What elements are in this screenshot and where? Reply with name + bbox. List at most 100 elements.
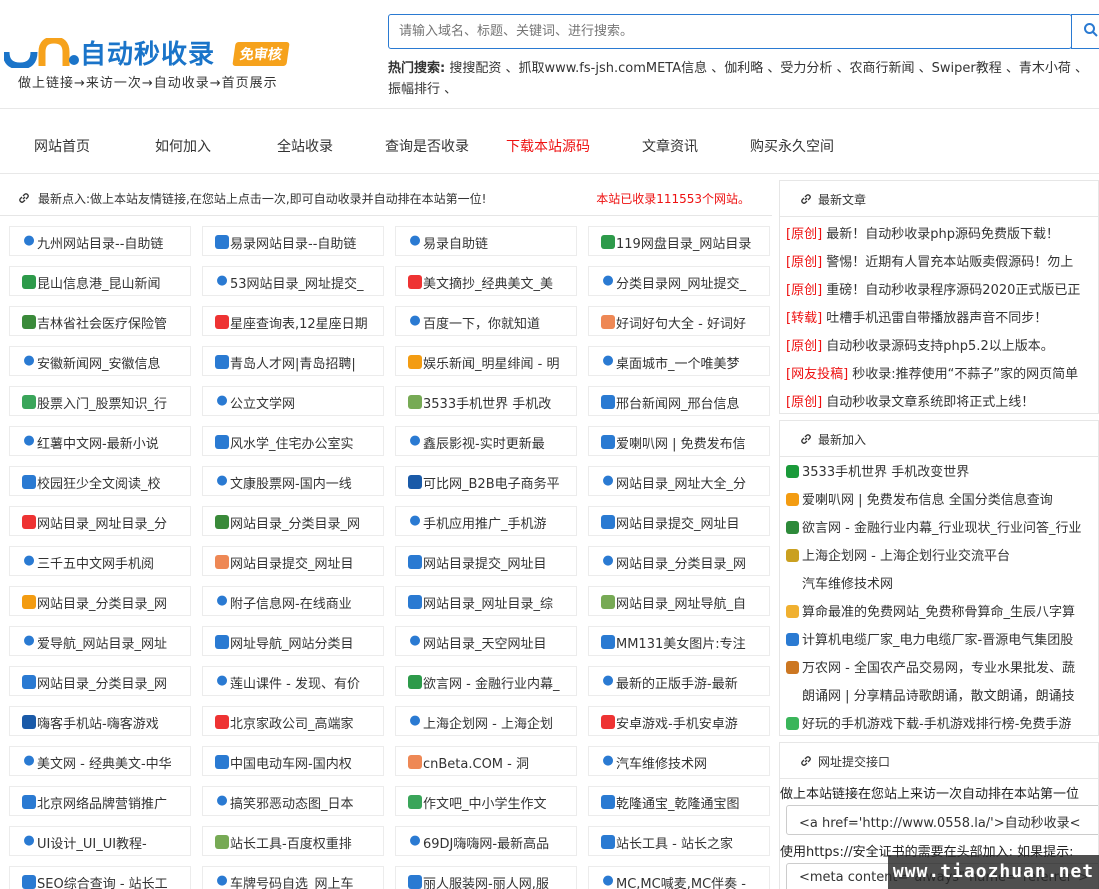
nav-download-source[interactable]: 下载本站源码 (506, 136, 590, 156)
site-link[interactable]: ● 分类目录网_网址提交_ (588, 266, 770, 296)
site-link[interactable]: 风水学_住宅办公室实 (202, 426, 384, 456)
site-link[interactable]: ● 鑫辰影视-实时更新最 (395, 426, 577, 456)
site-link[interactable]: 校园狂少全文阅读_校 (9, 466, 191, 496)
site-link[interactable]: 娱乐新闻_明星绯闻 - 明 (395, 346, 577, 376)
site-link[interactable]: ● 美文网 - 经典美文-中华 (9, 746, 191, 776)
new-site-item[interactable]: 朗诵网 | 分享精品诗歌朗诵，散文朗诵，朗诵技 (786, 685, 1075, 704)
site-link[interactable]: ● 最新的正版手游-最新 (588, 666, 770, 696)
article-item[interactable]: [原创] 警惕！近期有人冒充本站贩卖假源码！勿上 (786, 251, 1073, 270)
article-item[interactable]: [网友投稿] 秒收录:推荐使用“不蒜子”家的网页简单 (786, 363, 1078, 382)
site-link[interactable]: 乾隆通宝_乾隆通宝图 (588, 786, 770, 816)
new-site-item[interactable]: 欲言网 - 金融行业内幕_行业现状_行业问答_行业 (786, 517, 1081, 536)
site-link[interactable]: ● 公立文学网 (202, 386, 384, 416)
new-site-item[interactable]: 上海企划网 - 上海企划行业交流平台 (786, 545, 1010, 564)
site-link[interactable]: ● MC,MC喊麦,MC伴奏 - (588, 866, 770, 889)
site-link[interactable]: 网站目录提交_网址目 (588, 506, 770, 536)
site-link[interactable]: 易录网站目录--自助链 (202, 226, 384, 256)
site-link[interactable]: ● 69DJ嗨嗨网-最新高品 (395, 826, 577, 856)
site-link[interactable]: 站长工具-百度权重排 (202, 826, 384, 856)
new-site-item[interactable]: 好玩的手机游戏下载-手机游戏排行榜-免费手游 (786, 713, 1071, 732)
nav-articles[interactable]: 文章资讯 (642, 136, 698, 156)
site-link[interactable]: ● 桌面城市_一个唯美梦 (588, 346, 770, 376)
site-link[interactable]: 美文摘抄_经典美文_美 (395, 266, 577, 296)
site-link[interactable]: 3533手机世界 手机改 (395, 386, 577, 416)
article-item[interactable]: [原创] 自动秒收录源码支持php5.2以上版本。 (786, 335, 1054, 354)
site-favicon-icon: ● (409, 833, 421, 848)
site-link[interactable]: ● 九州网站目录--自助链 (9, 226, 191, 256)
site-link[interactable]: ● 车牌号码自选_网上车 (202, 866, 384, 889)
nav-check-indexed[interactable]: 查询是否收录 (385, 136, 469, 156)
site-link[interactable]: 网站目录_网址目录_综 (395, 586, 577, 616)
link-icon (19, 193, 29, 203)
nav-all-sites[interactable]: 全站收录 (277, 136, 333, 156)
new-site-item[interactable]: 万农网 - 全国农产品交易网，专业水果批发、蔬 (786, 657, 1075, 676)
site-link[interactable]: 昆山信息港_昆山新闻 (9, 266, 191, 296)
site-link[interactable]: 网址导航_网站分类目 (202, 626, 384, 656)
site-link[interactable]: ● 53网站目录_网址提交_ (202, 266, 384, 296)
site-link[interactable]: ● 手机应用推广_手机游 (395, 506, 577, 536)
site-link[interactable]: 可比网_B2B电子商务平 (395, 466, 577, 496)
site-favicon-icon (408, 675, 422, 689)
site-link[interactable]: 青岛人才网|青岛招聘| (202, 346, 384, 376)
site-link[interactable]: 欲言网 - 金融行业内幕_ (395, 666, 577, 696)
search-button[interactable] (1071, 14, 1099, 49)
site-link[interactable]: 好词好句大全 - 好词好 (588, 306, 770, 336)
site-link[interactable]: 站长工具 - 站长之家 (588, 826, 770, 856)
site-link[interactable]: ● 爱导航_网站目录_网址 (9, 626, 191, 656)
site-link[interactable]: ● 附子信息网-在线商业 (202, 586, 384, 616)
site-link[interactable]: ● 百度一下，你就知道 (395, 306, 577, 336)
site-link[interactable]: ● 网站目录_网址大全_分 (588, 466, 770, 496)
new-site-item[interactable]: 爱喇叭网 | 免费发布信息 全国分类信息查询 (786, 489, 1053, 508)
new-site-item[interactable]: 算命最准的免费网站_免费称骨算命_生辰八字算 (786, 601, 1075, 620)
new-site-item[interactable]: 汽车维修技术网 (786, 573, 893, 592)
site-link[interactable]: 邢台新闻网_邢台信息 (588, 386, 770, 416)
site-link[interactable]: ● 网站目录_天空网址目 (395, 626, 577, 656)
site-link[interactable]: ● 安徽新闻网_安徽信息 (9, 346, 191, 376)
site-link[interactable]: 网站目录提交_网址目 (395, 546, 577, 576)
article-item[interactable]: [转载] 吐槽手机迅雷自带播放器声音不同步！ (786, 307, 1047, 326)
nav-how-to-join[interactable]: 如何加入 (155, 136, 211, 156)
search-input[interactable] (388, 14, 1072, 49)
site-link[interactable]: ● 易录自助链 (395, 226, 577, 256)
site-link[interactable]: ● 莲山课件 - 发现、有价 (202, 666, 384, 696)
new-site-item[interactable]: 计算机电缆厂家_电力电缆厂家-晋源电气集团股 (786, 629, 1073, 648)
site-link[interactable]: ● 红薯中文网-最新小说 (9, 426, 191, 456)
site-link[interactable]: ● 汽车维修技术网 (588, 746, 770, 776)
site-link[interactable]: MM131美女图片:专注 (588, 626, 770, 656)
site-link[interactable]: ● 上海企划网 - 上海企划 (395, 706, 577, 736)
site-link[interactable]: cnBeta.COM - 洞 (395, 746, 577, 776)
nav-buy-hosting[interactable]: 购买永久空间 (750, 136, 834, 156)
site-logo[interactable]: 自动秒收录 免审核 做上链接→来访一次→自动收录→首页展示 (4, 32, 304, 92)
site-link[interactable]: 股票入门_股票知识_行 (9, 386, 191, 416)
site-link[interactable]: 网站目录提交_网址目 (202, 546, 384, 576)
site-link[interactable]: SEO综合查询 - 站长工 (9, 866, 191, 889)
site-link[interactable]: ● UI设计_UI_UI教程- (9, 826, 191, 856)
site-link[interactable]: 嗨客手机站-嗨客游戏 (9, 706, 191, 736)
site-link[interactable]: ● 网站目录_分类目录_网 (588, 546, 770, 576)
site-link[interactable]: 安卓游戏-手机安卓游 (588, 706, 770, 736)
site-link[interactable]: 网站目录_网址导航_自 (588, 586, 770, 616)
site-link[interactable]: 网站目录_分类目录_网 (9, 586, 191, 616)
site-link[interactable]: ● 三千五中文网手机阅 (9, 546, 191, 576)
site-link[interactable]: 北京家政公司_高端家 (202, 706, 384, 736)
site-link[interactable]: 中国电动车网-国内权 (202, 746, 384, 776)
site-link[interactable]: 网站目录_分类目录_网 (202, 506, 384, 536)
article-item[interactable]: [原创] 最新！自动秒收录php源码免费版下载！ (786, 223, 1059, 242)
article-item[interactable]: [原创] 自动秒收录文章系统即将正式上线！ (786, 391, 1034, 410)
site-link[interactable]: ● 搞笑邪恶动态图_日本 (202, 786, 384, 816)
site-link[interactable]: 北京网络品牌营销推广 (9, 786, 191, 816)
new-site-item[interactable]: 3533手机世界 手机改变世界 (786, 461, 969, 480)
article-item[interactable]: [原创] 重磅！自动秒收录程序源码2020正式版已正 (786, 279, 1080, 298)
site-link[interactable]: 作文吧_中小学生作文 (395, 786, 577, 816)
site-link[interactable]: 网站目录_网址目录_分 (9, 506, 191, 536)
site-link[interactable]: 星座查询表,12星座日期 (202, 306, 384, 336)
hot-searches-keywords[interactable]: 搜搜配资 、抓取www.fs-jsh.comMETA信息 、伽利略 、受力分析 … (388, 61, 1088, 97)
site-link[interactable]: 119网盘目录_网站目录 (588, 226, 770, 256)
nav-home[interactable]: 网站首页 (34, 136, 90, 156)
site-link[interactable]: 吉林省社会医疗保险管 (9, 306, 191, 336)
site-link[interactable]: 丽人服装网-丽人网,服 (395, 866, 577, 889)
link-code-box[interactable]: <a href='http://www.0558.la/'>自动秒收录< (786, 805, 1098, 835)
site-link[interactable]: 爱喇叭网 | 免费发布信 (588, 426, 770, 456)
site-link[interactable]: 网站目录_分类目录_网 (9, 666, 191, 696)
site-link[interactable]: ● 文康股票网-国内一线 (202, 466, 384, 496)
